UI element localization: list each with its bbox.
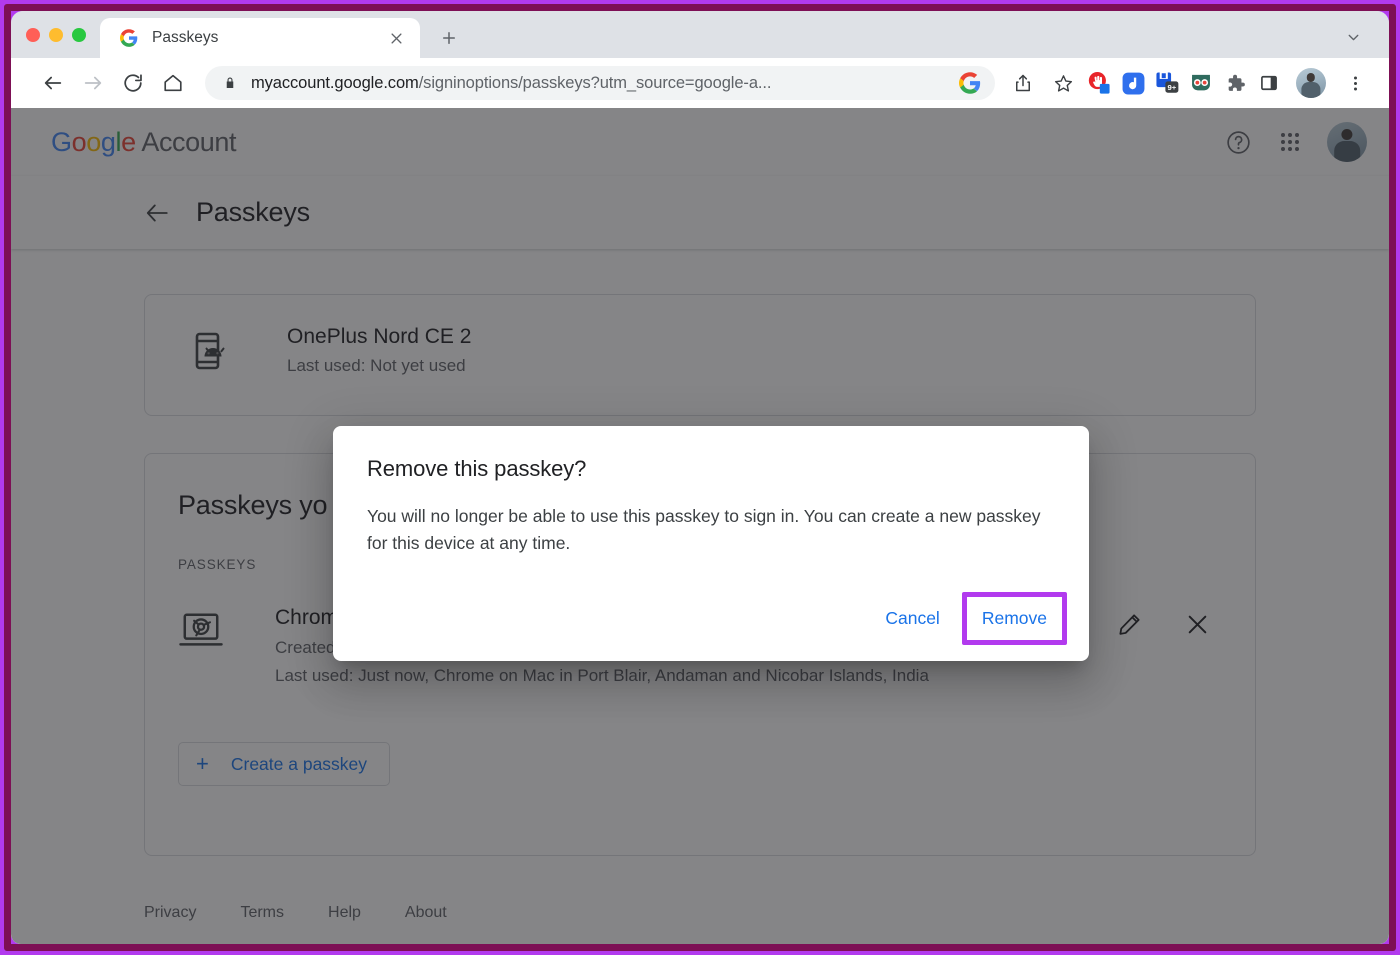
google-g-icon (120, 29, 138, 47)
remove-passkey-dialog: Remove this passkey? You will no longer … (333, 426, 1089, 661)
close-icon[interactable] (384, 26, 408, 50)
plus-icon: + (196, 751, 209, 776)
cancel-button[interactable]: Cancel (873, 600, 951, 637)
window-traffic-lights[interactable] (26, 11, 100, 58)
page-content: Xiaomi Mi A1 Last used: Not yet used (11, 108, 1389, 944)
share-icon[interactable] (1003, 63, 1043, 103)
browser-toolbar: myaccount.google.com/signinoptions/passk… (11, 58, 1389, 108)
chrome-laptop-icon (178, 608, 224, 654)
logo-letter: g (100, 126, 116, 157)
page-title: Passkeys (196, 197, 310, 227)
passkeys-subheader: Passkeys (11, 176, 1389, 249)
puzzle-extensions-icon[interactable] (1219, 67, 1251, 99)
dialog-body: You will no longer be able to use this p… (367, 506, 1041, 554)
close-x-icon[interactable] (1185, 612, 1211, 638)
create-passkey-button[interactable]: + Create a passkey (178, 742, 391, 786)
notes-extension-icon[interactable]: 9+ (1151, 67, 1183, 99)
footer-link-terms[interactable]: Terms (240, 904, 284, 922)
logo-letter: G (51, 126, 72, 157)
dialog-title: Remove this passkey? (367, 456, 587, 481)
url-path: /signinoptions/passkeys?utm_source=googl… (418, 73, 772, 92)
logo-product: Account (141, 126, 237, 157)
google-account-logo[interactable]: Google Account (51, 126, 237, 158)
page-footer: Privacy Terms Help About (144, 904, 447, 922)
android-phone-icon (189, 328, 235, 374)
back-arrow-icon[interactable] (33, 63, 73, 103)
address-bar[interactable]: myaccount.google.com/signinoptions/passk… (205, 66, 995, 100)
url-host: myaccount.google.com (251, 73, 419, 92)
logo-letter: e (121, 126, 136, 157)
annotation-frame: Passkeys myaccount.google.com/signinopti… (0, 0, 1400, 955)
address-bar-url: myaccount.google.com/signinoptions/passk… (251, 74, 771, 93)
home-icon[interactable] (153, 63, 193, 103)
help-circle-icon[interactable] (1223, 127, 1253, 157)
create-passkey-label: Create a passkey (230, 753, 368, 774)
star-icon[interactable] (1043, 63, 1083, 103)
remove-button-highlight: Remove (961, 592, 1067, 645)
logo-letter: o (86, 126, 101, 157)
three-dot-menu-icon[interactable] (1335, 63, 1375, 103)
minimize-window-button[interactable] (49, 27, 63, 42)
maximize-window-button[interactable] (72, 27, 86, 42)
close-window-button[interactable] (26, 27, 40, 42)
new-tab-button[interactable] (434, 23, 464, 53)
avatar-mask-extension-icon[interactable] (1185, 67, 1217, 99)
chevron-down-icon[interactable] (1339, 23, 1367, 51)
back-arrow-icon[interactable] (144, 200, 170, 226)
dialog-actions: Cancel Remove (873, 592, 1067, 645)
google-account-header: Google Account (11, 108, 1389, 176)
adblock-extension-icon[interactable] (1083, 67, 1115, 99)
google-g-icon[interactable] (959, 72, 981, 94)
reload-icon[interactable] (113, 63, 153, 103)
device-row: OnePlus Nord CE 2 Last used: Not yet use… (145, 295, 1255, 376)
apps-grid-icon[interactable] (1275, 127, 1305, 157)
browser-window: Passkeys myaccount.google.com/signinopti… (11, 11, 1389, 944)
lock-icon (223, 76, 237, 90)
device-name: OnePlus Nord CE 2 (287, 325, 472, 348)
pencil-edit-icon[interactable] (1117, 612, 1143, 638)
footer-link-privacy[interactable]: Privacy (144, 904, 196, 922)
passkey-device-card-oneplus[interactable]: OnePlus Nord CE 2 Last used: Not yet use… (144, 294, 1256, 416)
blue-d-extension-icon[interactable] (1117, 67, 1149, 99)
tab-title: Passkeys (152, 29, 219, 46)
account-avatar[interactable] (1327, 122, 1367, 162)
device-meta: Last used: Not yet used (287, 356, 466, 375)
extension-icons: 9+ (1083, 67, 1285, 99)
logo-letter: o (71, 126, 87, 157)
svg-text:9+: 9+ (1167, 83, 1176, 92)
footer-link-help[interactable]: Help (328, 904, 361, 922)
passkey-row-actions (1117, 612, 1225, 638)
forward-arrow-icon[interactable] (73, 63, 113, 103)
footer-link-about[interactable]: About (405, 904, 447, 922)
remove-button[interactable]: Remove (972, 602, 1057, 635)
tab-strip: Passkeys (11, 11, 1389, 58)
passkey-last-used: Last used: Just now, Chrome on Mac in Po… (275, 666, 929, 685)
side-panel-icon[interactable] (1253, 67, 1285, 99)
browser-tab-passkeys[interactable]: Passkeys (100, 18, 420, 58)
profile-avatar[interactable] (1291, 66, 1331, 100)
